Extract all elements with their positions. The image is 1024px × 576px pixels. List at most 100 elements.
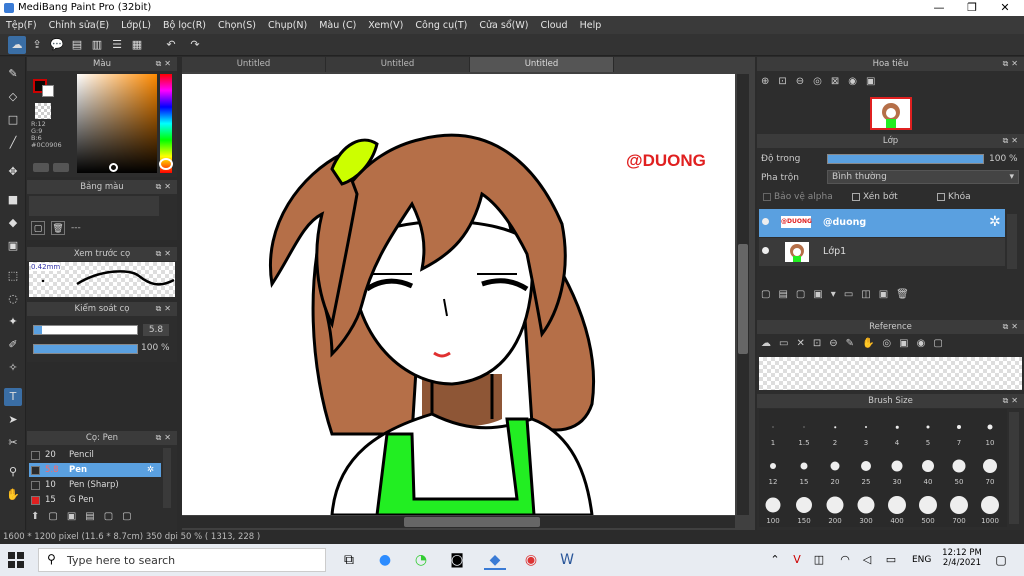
layer-visibility-icon[interactable] (762, 247, 769, 254)
canvas-horizontal-scrollbar[interactable] (182, 516, 735, 528)
brush-size-slider[interactable] (33, 325, 138, 335)
brush-size-option[interactable]: 100 (759, 489, 787, 527)
list-icon[interactable]: ☰ (108, 36, 126, 54)
gradient-tool-icon[interactable]: ▣ (4, 237, 22, 255)
reference-area[interactable] (759, 357, 1022, 390)
panel-close-icon[interactable]: ⧉✕ (156, 180, 174, 194)
zoom-app-icon[interactable]: ● (374, 550, 396, 570)
redo-icon[interactable]: ↷ (186, 36, 204, 54)
chevron-up-icon[interactable]: ⌃ (764, 550, 786, 570)
menu-filter[interactable]: Bộ lọc(R) (157, 20, 212, 31)
maximize-button[interactable]: ❐ (955, 0, 989, 16)
panel-close-icon[interactable]: ⧉✕ (156, 57, 174, 71)
lasso-tool-icon[interactable]: ◌ (4, 290, 22, 308)
palette-select[interactable]: --- (71, 223, 81, 233)
brush-size-option[interactable]: 500 (914, 489, 942, 527)
brush-size-option[interactable]: 25 (852, 450, 880, 488)
brush-size-option[interactable]: 1000 (976, 489, 1004, 527)
brush-list-actions[interactable]: ⬆▢▣▤▢▢ (31, 511, 141, 522)
move-tool-icon[interactable]: ✥ (4, 163, 22, 181)
layer-row-duong[interactable]: @DUONG @duong ✲ (759, 209, 1005, 237)
brush-size-option[interactable]: 40 (914, 450, 942, 488)
brush-size-option[interactable]: 300 (852, 489, 880, 527)
brush-size-option[interactable]: 1.5 (790, 411, 818, 449)
menu-snap[interactable]: Chụp(N) (262, 20, 313, 31)
wifi-icon[interactable]: ◠ (834, 550, 856, 570)
eraser-tool-icon[interactable]: ◇ (4, 88, 22, 106)
hand-tool-icon[interactable]: ✋ (4, 486, 22, 504)
cloud-icon[interactable]: ☁ (8, 36, 26, 54)
brush-item-pencil[interactable]: 20 Pencil (29, 448, 161, 462)
app-icon[interactable]: ◔ (410, 550, 432, 570)
chrome-icon[interactable]: ◉ (520, 550, 542, 570)
brush-size-value[interactable]: 5.8 (143, 324, 169, 336)
blend-mode-select[interactable]: Bình thường ▾ (827, 170, 1019, 184)
panel-close-icon[interactable]: ⧉✕ (1003, 57, 1021, 71)
color-swap-button[interactable] (53, 163, 69, 172)
panel-close-icon[interactable]: ⧉✕ (1003, 394, 1021, 408)
secondary-color-swatch[interactable] (42, 85, 54, 97)
palette-area[interactable] (29, 196, 159, 216)
brush-item-pen-sharp[interactable]: 10 Pen (Sharp) (29, 478, 161, 492)
network-icon[interactable]: ▭ (880, 550, 902, 570)
document-icon[interactable]: ▤ (68, 36, 86, 54)
select-pen-icon[interactable]: ✐ (4, 336, 22, 354)
menu-help[interactable]: Help (574, 20, 608, 31)
language-indicator[interactable]: ENG (912, 555, 931, 565)
menu-select[interactable]: Chọn(S) (212, 20, 262, 31)
clipping-checkbox[interactable]: Xén bớt (852, 192, 898, 202)
brush-size-option[interactable]: 3 (852, 411, 880, 449)
brush-size-option[interactable]: 150 (790, 489, 818, 527)
color-mode-button[interactable] (33, 163, 49, 172)
grid-icon[interactable]: ▦ (128, 36, 146, 54)
navigator-thumbnail[interactable] (870, 97, 912, 130)
panel-close-icon[interactable]: ⧉✕ (156, 431, 174, 445)
brush-size-option[interactable]: 5 (914, 411, 942, 449)
brush-list-scrollbar[interactable] (163, 448, 171, 508)
transparent-swatch[interactable] (35, 103, 51, 119)
page-icon[interactable]: ▥ (88, 36, 106, 54)
protect-alpha-checkbox[interactable]: Bảo vệ alpha (763, 192, 833, 202)
brush-size-option[interactable]: 20 (821, 450, 849, 488)
divide-tool-icon[interactable]: ✂ (4, 434, 22, 452)
brush-size-option[interactable]: 15 (790, 450, 818, 488)
menu-layer[interactable]: Lớp(L) (115, 20, 157, 31)
panel-close-icon[interactable]: ⧉✕ (1003, 134, 1021, 148)
menu-window[interactable]: Cửa sổ(W) (473, 20, 534, 31)
menu-edit[interactable]: Chỉnh sửa(E) (43, 20, 116, 31)
layer-row-lop1[interactable]: Lớp1 (759, 238, 1005, 266)
layer-scrollbar[interactable] (1007, 214, 1017, 269)
windows-start-icon[interactable] (8, 552, 24, 568)
brush-settings-gear-icon[interactable]: ✲ (147, 463, 154, 477)
brush-size-option[interactable]: 7 (945, 411, 973, 449)
brush-size-option[interactable]: 200 (821, 489, 849, 527)
new-palette-icon[interactable]: ▢ (31, 221, 45, 235)
brush-size-option[interactable]: 70 (976, 450, 1004, 488)
text-tool-icon[interactable]: T (4, 388, 22, 406)
close-button[interactable]: ✕ (988, 0, 1022, 16)
panel-close-icon[interactable]: ⧉✕ (156, 247, 174, 261)
navigator-zoom-controls[interactable]: ⊕⊡⊖◎⊠◉▣ (761, 76, 884, 87)
tray-app-icon[interactable]: V (786, 550, 808, 570)
brush-size-option[interactable]: 10 (976, 411, 1004, 449)
brush-size-option[interactable]: 4 (883, 411, 911, 449)
brush-size-scrollbar[interactable] (1009, 412, 1019, 524)
brush-size-option[interactable]: 700 (945, 489, 973, 527)
brush-size-option[interactable]: 12 (759, 450, 787, 488)
bucket-tool-icon[interactable]: ◆ (4, 214, 22, 232)
brush-size-option[interactable]: 400 (883, 489, 911, 527)
layer-visibility-icon[interactable] (762, 218, 769, 225)
comment-icon[interactable]: 💬 (48, 36, 66, 54)
tab-untitled-2[interactable]: Untitled (326, 57, 470, 72)
layer-settings-gear-icon[interactable]: ✲ (989, 214, 1001, 230)
line-tool-icon[interactable]: ╱ (4, 134, 22, 152)
fill-rect-tool-icon[interactable]: ■ (4, 191, 22, 209)
clock[interactable]: 12:12 PM 2/4/2021 (942, 548, 982, 568)
camera-app-icon[interactable]: ◙ (446, 550, 468, 570)
volume-icon[interactable]: ◁ (856, 550, 878, 570)
brush-size-option[interactable]: 1 (759, 411, 787, 449)
notification-icon[interactable]: ▢ (990, 550, 1012, 570)
tab-untitled-3[interactable]: Untitled (470, 57, 614, 72)
upload-icon[interactable]: ⇪ (28, 36, 46, 54)
select-tool-icon[interactable]: ⬚ (4, 267, 22, 285)
